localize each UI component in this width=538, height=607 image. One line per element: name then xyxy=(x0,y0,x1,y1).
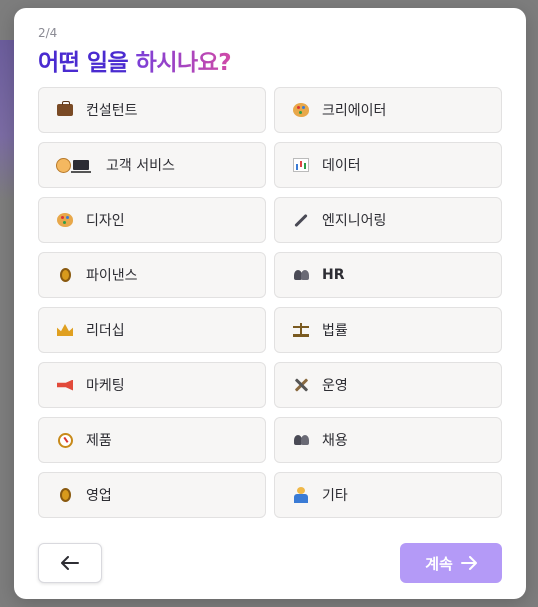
option-label: 파이낸스 xyxy=(86,268,138,284)
option-label: 마케팅 xyxy=(86,378,125,394)
option-engineering[interactable]: 엔지니어링 xyxy=(274,197,502,243)
option-customer-service[interactable]: 고객 서비스 xyxy=(38,142,266,188)
step-indicator: 2/4 xyxy=(38,26,58,40)
option-label: 엔지니어링 xyxy=(322,213,387,229)
crown-icon xyxy=(56,321,74,339)
artist-palette-icon xyxy=(56,211,74,229)
option-label: 채용 xyxy=(322,433,348,449)
medal-icon xyxy=(56,486,74,504)
megaphone-icon xyxy=(56,376,74,394)
option-sales[interactable]: 영업 xyxy=(38,472,266,518)
option-label: 크리에이터 xyxy=(322,103,387,119)
option-label: 영업 xyxy=(86,488,112,504)
option-label: 고객 서비스 xyxy=(106,158,175,174)
page-title: 어떤 일을 하시나요? xyxy=(38,43,232,77)
option-product[interactable]: 제품 xyxy=(38,417,266,463)
option-design[interactable]: 디자인 xyxy=(38,197,266,243)
back-button[interactable] xyxy=(38,543,102,583)
onboarding-modal: 2/4 어떤 일을 하시나요? 컨설턴트 크리에이터 고객 서비스 데이터 디자… xyxy=(14,8,526,599)
briefcase-icon xyxy=(56,101,74,119)
artist-palette-icon xyxy=(292,101,310,119)
option-consultant[interactable]: 컨설턴트 xyxy=(38,87,266,133)
option-label: HR xyxy=(322,267,345,283)
option-finance[interactable]: 파이낸스 xyxy=(38,252,266,298)
option-leadership[interactable]: 리더십 xyxy=(38,307,266,353)
page-title-accent: 하시나요? xyxy=(135,50,232,76)
option-label: 디자인 xyxy=(86,213,125,229)
balance-scale-icon xyxy=(292,321,310,339)
option-hr[interactable]: HR xyxy=(274,252,502,298)
option-data[interactable]: 데이터 xyxy=(274,142,502,188)
option-label: 제품 xyxy=(86,433,112,449)
arrow-right-icon xyxy=(460,556,477,570)
people-icon xyxy=(292,266,310,284)
person-raising-hands-icon xyxy=(292,486,310,504)
continue-label: 계속 xyxy=(425,554,453,573)
option-label: 기타 xyxy=(322,488,348,504)
option-legal[interactable]: 법률 xyxy=(274,307,502,353)
option-creator[interactable]: 크리에이터 xyxy=(274,87,502,133)
medal-icon xyxy=(56,266,74,284)
page-title-prefix: 어떤 일을 xyxy=(38,50,129,76)
hammer-wrench-icon xyxy=(292,376,310,394)
arrow-left-icon xyxy=(61,556,79,570)
option-label: 데이터 xyxy=(322,158,361,174)
option-operations[interactable]: 운영 xyxy=(274,362,502,408)
option-label: 리더십 xyxy=(86,323,125,339)
option-recruiting[interactable]: 채용 xyxy=(274,417,502,463)
option-label: 법률 xyxy=(322,323,348,339)
option-label: 운영 xyxy=(322,378,348,394)
continue-button[interactable]: 계속 xyxy=(400,543,502,583)
option-other[interactable]: 기타 xyxy=(274,472,502,518)
role-options-grid: 컨설턴트 크리에이터 고객 서비스 데이터 디자인 엔지니어링 파이낸스 HR xyxy=(38,87,502,518)
people-icon xyxy=(292,431,310,449)
compass-icon xyxy=(56,431,74,449)
option-label: 컨설턴트 xyxy=(86,103,138,119)
bar-chart-icon xyxy=(292,156,310,174)
option-marketing[interactable]: 마케팅 xyxy=(38,362,266,408)
wrench-icon xyxy=(292,211,310,229)
person-laptop-icon xyxy=(56,156,94,174)
